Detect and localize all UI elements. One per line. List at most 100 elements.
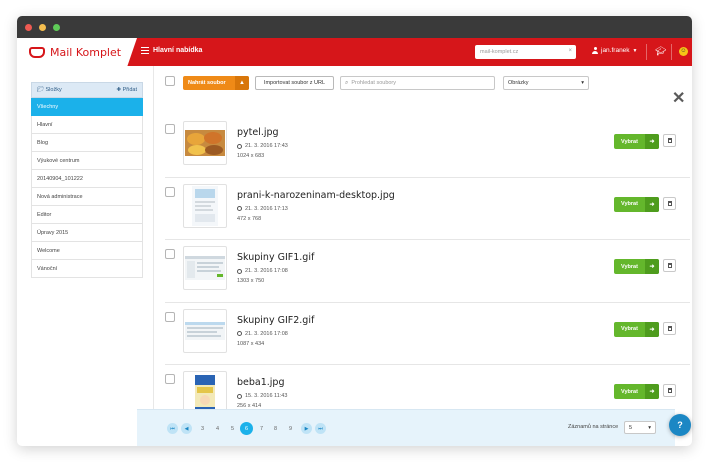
- page-button[interactable]: 3: [197, 423, 208, 434]
- header-divider: [646, 44, 647, 60]
- first-page-button[interactable]: ⏮: [167, 423, 178, 434]
- file-thumbnail[interactable]: [183, 183, 227, 228]
- select-file-button[interactable]: Vybrat ➜: [614, 384, 659, 399]
- per-page-value: 5: [629, 424, 633, 431]
- file-type-select[interactable]: Obrázky ▾: [503, 76, 589, 90]
- file-thumbnail[interactable]: [183, 308, 227, 353]
- file-checkbox[interactable]: [165, 249, 175, 259]
- select-file-button[interactable]: Vybrat ➜: [614, 259, 659, 274]
- graduation-cap-icon[interactable]: 🎓︎: [655, 46, 666, 57]
- user-menu[interactable]: jan.franek ▼: [592, 47, 638, 54]
- file-name[interactable]: pytel.jpg: [237, 127, 279, 138]
- header-divider: [671, 44, 672, 60]
- per-page-select[interactable]: 5 ▾: [624, 421, 656, 434]
- clock-icon: [237, 268, 242, 274]
- page-button[interactable]: 4: [212, 423, 223, 434]
- arrow-right-icon: ➜: [645, 384, 659, 399]
- page-button[interactable]: 8: [270, 423, 281, 434]
- clock-icon: [237, 206, 242, 211]
- current-page-button[interactable]: 6: [240, 422, 253, 435]
- select-file-button[interactable]: Vybrat ➜: [614, 134, 659, 149]
- previous-page-button[interactable]: ◀: [181, 423, 192, 434]
- per-page-label: Záznamů na stránce: [568, 424, 619, 430]
- app-window: Mail Komplet Hlavní nabídka mail-komplet…: [17, 16, 692, 446]
- browser-titlebar: [17, 16, 692, 38]
- file-dimensions: 1303 x 750: [237, 278, 265, 284]
- select-file-button[interactable]: Vybrat ➜: [614, 321, 659, 337]
- sidebar-item-vyukove-centrum[interactable]: Výukové centrum: [31, 152, 143, 170]
- bowls-thumbnail-image: [185, 130, 225, 156]
- sidebar-item-vanocni[interactable]: Vánoční: [31, 260, 143, 278]
- last-page-button[interactable]: ⏭: [315, 423, 326, 434]
- sidebar-item-upravy-2015[interactable]: Úpravy 2015: [31, 224, 143, 242]
- upload-file-button[interactable]: Nahrát soubor ▲: [183, 76, 249, 90]
- maximize-window-button[interactable]: [53, 24, 60, 31]
- domain-search-input[interactable]: mail-komplet.cz ×: [475, 45, 576, 59]
- file-name[interactable]: Skupiny GIF1.gif: [237, 252, 314, 263]
- file-thumbnail[interactable]: [183, 246, 227, 290]
- clock-icon: [237, 393, 242, 399]
- domain-search-value: mail-komplet.cz: [480, 49, 519, 55]
- chevron-down-icon: ▾: [581, 80, 584, 86]
- file-search-input[interactable]: ⌕ Prohledat soubory: [340, 76, 495, 90]
- delete-file-button[interactable]: [663, 321, 676, 335]
- add-folder-button[interactable]: ✚ Přidat: [116, 87, 137, 93]
- sidebar-item-blog[interactable]: Blog: [31, 134, 143, 152]
- file-checkbox[interactable]: [165, 124, 175, 134]
- select-all-checkbox[interactable]: [165, 76, 175, 86]
- file-date: 15. 3. 2016 11:43: [237, 393, 287, 399]
- sidebar-item-nova-administrace[interactable]: Nová administrace: [31, 188, 143, 206]
- file-row: pytel.jpg 21. 3. 2016 17:43 1024 x 683 V…: [165, 115, 690, 178]
- main-menu-button[interactable]: Hlavní nabídka: [141, 47, 202, 54]
- minimize-window-button[interactable]: [39, 24, 46, 31]
- file-dimensions: 472 x 768: [237, 215, 262, 222]
- file-thumbnail[interactable]: [183, 121, 227, 165]
- page-button[interactable]: 7: [256, 423, 267, 434]
- file-date: 21. 3. 2016 17:08: [237, 331, 288, 337]
- help-button[interactable]: ?: [669, 414, 691, 436]
- next-page-button[interactable]: ▶: [301, 423, 312, 434]
- close-window-button[interactable]: [25, 24, 32, 31]
- user-icon: [592, 47, 598, 54]
- page-button[interactable]: 5: [227, 423, 238, 434]
- clear-icon[interactable]: ×: [568, 48, 572, 54]
- file-checkbox[interactable]: [165, 186, 175, 197]
- import-url-button[interactable]: Importovat soubor z URL: [255, 76, 334, 90]
- chevron-down-icon: ▾: [648, 424, 651, 431]
- sidebar-item-editor[interactable]: Editor: [31, 206, 143, 224]
- file-search-placeholder: Prohledat soubory: [351, 80, 397, 86]
- beba-thumbnail-image: [192, 373, 218, 413]
- page-button[interactable]: 9: [285, 423, 296, 434]
- logo[interactable]: Mail Komplet: [17, 38, 137, 66]
- file-date: 21. 3. 2016 17:08: [237, 268, 288, 274]
- app-header: Mail Komplet Hlavní nabídka mail-komplet…: [17, 38, 692, 66]
- screenshot-thumbnail-image: [185, 256, 225, 280]
- trash-icon: [667, 200, 672, 206]
- sidebar-item-20140904[interactable]: 20140904_101222: [31, 170, 143, 188]
- delete-file-button[interactable]: [663, 134, 676, 147]
- sidebar-item-vsechny[interactable]: Všechny: [31, 98, 143, 116]
- pagination-bar: ⏮ ◀ 3 4 5 6 7 8 9 ▶ ⏭ Záznamů na stránce…: [137, 409, 675, 446]
- user-upload-icon: ▲: [235, 76, 249, 90]
- file-dimensions: 1087 x 434: [237, 340, 265, 347]
- file-row: Skupiny GIF1.gif 21. 3. 2016 17:08 1303 …: [165, 240, 690, 303]
- file-name[interactable]: prani-k-narozeninam-desktop.jpg: [237, 190, 395, 201]
- sidebar-item-hlavni[interactable]: Hlavní: [31, 116, 143, 134]
- folders-title: 📁︎ Složky: [37, 87, 62, 93]
- file-checkbox[interactable]: [165, 374, 175, 384]
- select-file-button[interactable]: Vybrat ➜: [614, 196, 659, 212]
- delete-file-button[interactable]: [663, 259, 676, 272]
- file-checkbox[interactable]: [165, 311, 175, 322]
- delete-file-button[interactable]: [663, 384, 676, 397]
- file-name[interactable]: beba1.jpg: [237, 377, 285, 388]
- trash-icon: [667, 325, 672, 331]
- folder-sidebar: 📁︎ Složky ✚ Přidat Všechny Hlavní Blog V…: [31, 82, 143, 278]
- smiley-icon[interactable]: ☺: [679, 47, 688, 56]
- search-icon: ⌕: [345, 79, 349, 86]
- file-name[interactable]: Skupiny GIF2.gif: [237, 315, 314, 326]
- close-icon[interactable]: ✕: [672, 91, 685, 107]
- delete-file-button[interactable]: [663, 196, 676, 210]
- screenshot-thumbnail-image: [185, 321, 225, 340]
- sidebar-item-welcome[interactable]: Welcome: [31, 242, 143, 260]
- file-dimensions: 1024 x 683: [237, 153, 265, 159]
